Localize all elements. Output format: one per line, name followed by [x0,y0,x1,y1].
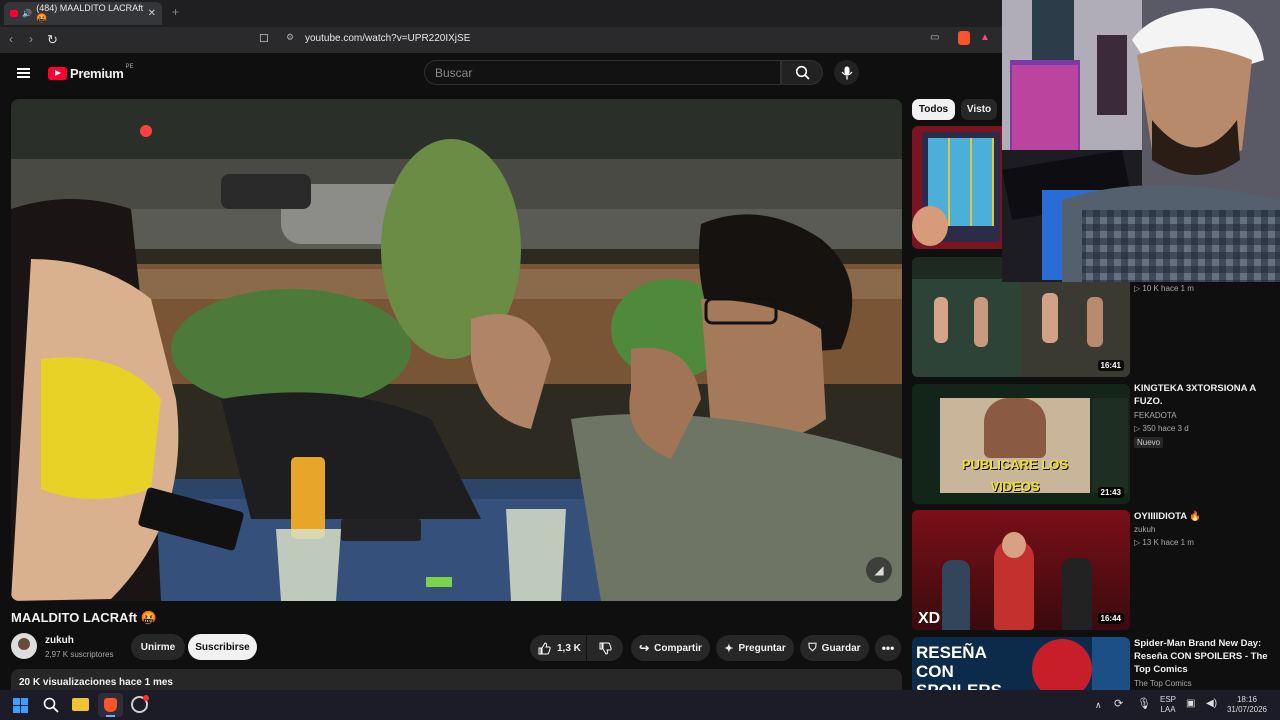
subscribe-button[interactable]: Suscribirse [188,634,257,660]
new-tab-button[interactable]: + [172,5,179,19]
like-button[interactable]: 1,3 K [530,635,586,661]
join-button[interactable]: Unirme [131,634,185,660]
recommended-title[interactable]: OYIIIIDIOTA 🔥 [1134,510,1274,523]
recommended-thumbnail[interactable]: RESEÑA CON SPOILERS [912,637,1130,690]
brave-taskbar-button[interactable] [98,693,123,717]
channel-name[interactable]: zukuh [45,635,74,646]
share-button[interactable]: ↪ Compartir [631,635,710,661]
video-duration: 16:41 [1097,360,1124,371]
windows-start-icon[interactable] [13,698,28,713]
views-and-date: 20 K visualizaciones hace 1 mes [19,677,173,688]
thumbnail-caption: RESEÑA CON SPOILERS [916,643,1002,690]
youtube-premium-logo[interactable]: Premium PE [48,63,134,81]
brave-icon [104,698,117,712]
microphone-icon [841,66,853,80]
share-icon: ↪ [639,641,650,655]
volume-icon[interactable]: ◀) [1206,699,1217,709]
logo-region: PE [125,63,134,70]
rewards-icon[interactable]: ▲ [980,32,990,43]
browser-toolbar: ‹ › ↻ ☐ ⚙ ▭ ▲ [0,27,1002,53]
language-code: ESP [1159,695,1176,704]
recommended-channel[interactable]: FEKADOTA [1134,411,1177,420]
recommended-meta: ▷ 350 hace 3 d [1134,424,1189,433]
youtube-favicon-icon [10,10,19,17]
thumbs-up-icon [538,641,551,654]
youtube-play-logo-icon [48,67,67,80]
input-language[interactable]: ESP LAA [1156,695,1180,715]
save-button[interactable]: ⛉ Guardar [800,635,869,661]
tab-title: (484) MAALDITO LACRAft 🤬 [36,3,144,23]
recommended-title[interactable]: Spider-Man Brand New Day: Reseña CON SPO… [1134,637,1274,676]
logo-text: Premium [70,66,124,81]
sync-icon[interactable]: ⟳ [1114,699,1123,710]
recommended-channel[interactable]: zukuh [1134,525,1155,534]
video-player[interactable]: ◢ [11,99,902,601]
save-label: Guardar [821,642,861,654]
obs-icon[interactable] [131,695,149,713]
site-info-icon[interactable]: ⚙ [286,32,294,43]
layout-code: LAA [1160,705,1176,714]
clock-date: 31/07/2026 [1226,705,1268,714]
clock-time: 18:16 [1236,695,1258,704]
taskbar-search-icon[interactable] [43,697,59,713]
search-input[interactable]: Buscar [424,60,781,85]
clock[interactable]: 18:16 31/07/2026 [1222,695,1272,715]
bookmark-save-icon: ⛉ [808,641,817,654]
webcam-overlay [1002,0,1280,282]
cast-icon[interactable]: ▭ [930,32,939,43]
forward-icon[interactable]: › [29,32,33,46]
subscriber-count: 2,97 K suscriptores [45,650,114,659]
webcam-frame [1002,0,1280,282]
microphone-tray-icon[interactable]: 🎙 [1137,699,1151,710]
file-explorer-icon[interactable] [72,698,89,711]
recommended-thumbnail[interactable]: PUBLICARE LOS VIDEOS 21:43 [912,384,1130,504]
like-count: 1,3 K [557,642,581,654]
close-tab-icon[interactable]: ✕ [148,8,156,19]
reload-icon[interactable]: ↻ [47,32,58,48]
voice-search-button[interactable] [834,60,859,85]
browser-tab[interactable]: 🔊 (484) MAALDITO LACRAft 🤬 ✕ [4,2,162,25]
tray-chevron-icon[interactable]: ∧ [1095,700,1102,710]
browser-tab-strip: 🔊 (484) MAALDITO LACRAft 🤬 ✕ + [0,0,1002,27]
recommended-channel[interactable]: The Top Comics [1134,679,1192,688]
recommended-meta: ▷ 13 K hace 1 m [1134,538,1194,547]
hamburger-menu-icon[interactable] [17,66,30,80]
sparkle-icon: ✦ [724,642,734,655]
url-text: youtube.com/watch?v=UPR220IXjSE [305,33,471,44]
channel-avatar[interactable] [11,633,37,659]
chip-watched[interactable]: Visto [961,99,997,120]
recommended-thumbnail[interactable]: XD 16:44 [912,510,1130,630]
recommended-title[interactable]: KINGTEKA 3XTORSIONA A FUZO. [1134,382,1274,408]
ask-button[interactable]: ✦ Preguntar [716,635,794,661]
windows-taskbar: ∧ ⟳ 🎙 ESP LAA ▣ ◀) 18:16 31/07/2026 [0,690,1280,720]
share-label: Compartir [654,642,702,654]
back-icon[interactable]: ‹ [9,32,13,46]
chip-all[interactable]: Todos [912,99,955,120]
speaker-icon[interactable]: 🔊 [22,9,32,18]
new-badge: Nuevo [1134,437,1164,448]
search-button[interactable] [781,60,823,85]
dislike-button[interactable] [587,635,623,661]
brave-shield-icon[interactable] [958,31,970,45]
more-actions-icon[interactable]: ••• [875,635,901,661]
thumbs-down-icon [599,642,612,655]
description-box[interactable]: 20 K visualizaciones hace 1 mes [11,669,902,691]
mute-icon[interactable]: ◢ [866,557,892,583]
ask-label: Preguntar [738,642,786,654]
search-icon [795,65,810,80]
video-duration: 16:44 [1097,613,1124,624]
video-title: MAALDITO LACRAft 🤬 [11,610,157,625]
thumbnail-caption: XD [918,610,941,627]
network-icon[interactable]: ▣ [1186,699,1195,709]
recommended-meta: ▷ 10 K hace 1 m [1134,284,1194,293]
video-duration: 21:43 [1097,487,1124,498]
thumbnail-caption: PUBLICARE LOS VIDEOS [961,457,1069,494]
video-frame [11,99,902,601]
